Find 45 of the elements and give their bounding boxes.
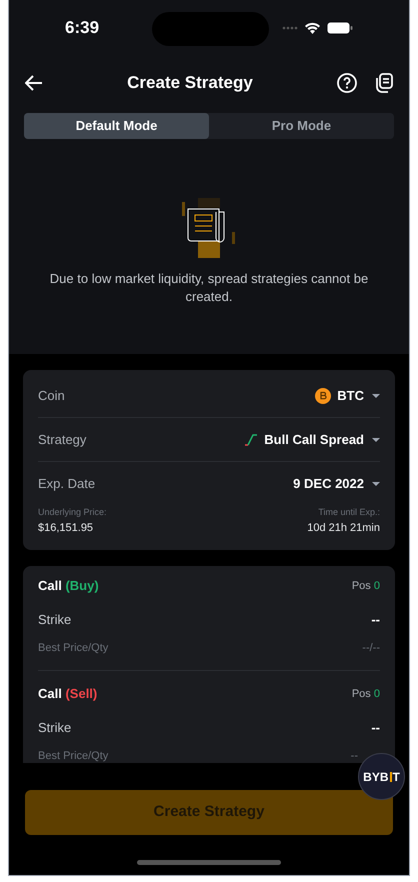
- help-icon[interactable]: [336, 73, 357, 93]
- time-until-expiry-label: Time until Exp.:: [318, 506, 380, 519]
- leg-title: Call (Buy): [38, 577, 99, 596]
- liquidity-notice: Due to low market liquidity, spread strategies cannot be created.: [48, 270, 370, 306]
- wifi-icon: [304, 22, 321, 34]
- caret-icon: [372, 481, 380, 487]
- empty-document-icon: [182, 198, 236, 260]
- best-price-label: Best Price/Qty: [38, 748, 108, 763]
- strike-value: --: [371, 719, 380, 738]
- battery-icon: [327, 22, 353, 34]
- position-count: Pos 0: [352, 686, 380, 702]
- status-time: 6:39: [65, 16, 100, 39]
- chart-line-icon: [244, 434, 258, 446]
- setting-label: Coin: [38, 386, 65, 405]
- strike-label: Strike: [38, 611, 72, 630]
- best-price-value: --/--: [362, 640, 380, 656]
- strike-label: Strike: [38, 719, 72, 738]
- strike-value: --: [371, 611, 380, 630]
- logo-text: T: [392, 768, 400, 786]
- mode-tab[interactable]: Default Mode: [24, 113, 209, 139]
- setting-value: 9 DEC 2022: [293, 475, 364, 494]
- setting-label: Strategy: [38, 430, 86, 449]
- leg-title: Call (Sell): [38, 685, 98, 704]
- logo-text: BYB: [363, 768, 388, 786]
- best-price-value: --: [350, 748, 358, 763]
- setting-value: BTC: [337, 386, 364, 405]
- page-title: Create Strategy: [127, 72, 253, 94]
- setting-label: Exp. Date: [38, 475, 96, 494]
- underlying-price-label: Underlying Price:: [38, 506, 107, 519]
- logo-bubble[interactable]: BYB T: [358, 753, 405, 800]
- best-price-label: Best Price/Qty: [38, 640, 108, 656]
- coin-icon: [315, 388, 332, 404]
- documents-icon[interactable]: [374, 73, 393, 93]
- setting-selector[interactable]: BTC: [315, 386, 380, 406]
- back-arrow-icon[interactable]: [25, 75, 43, 91]
- setting-value: Bull Call Spread: [264, 430, 364, 449]
- time-until-expiry-value: 10d 21h 21min: [307, 520, 380, 536]
- caret-icon: [372, 392, 380, 398]
- mode-tab[interactable]: Pro Mode: [209, 113, 394, 139]
- setting-selector[interactable]: Bull Call Spread: [244, 430, 380, 450]
- signal-icon: [282, 26, 298, 30]
- caret-icon: [372, 436, 380, 442]
- setting-selector[interactable]: 9 DEC 2022: [293, 474, 380, 494]
- position-count: Pos 0: [352, 578, 380, 594]
- underlying-price-value: $16,151.95: [38, 520, 94, 536]
